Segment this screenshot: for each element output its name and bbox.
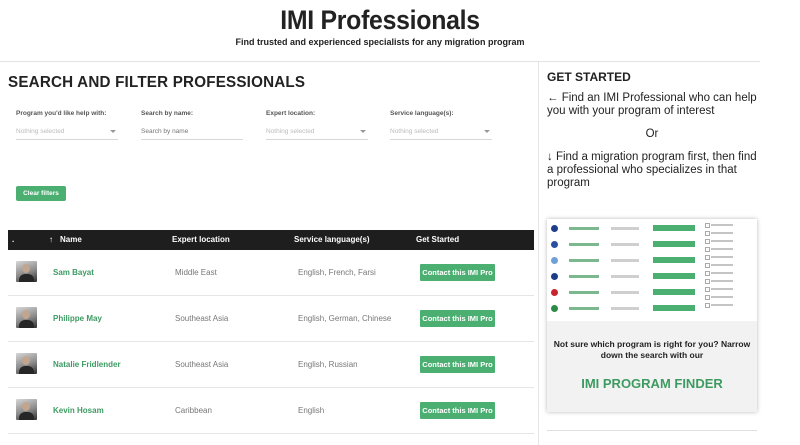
program-finder-card[interactable]: Not sure which program is right for you?… (547, 219, 757, 412)
table-row: Philippe May Southeast Asia English, Ger… (8, 296, 534, 342)
preview-row (551, 223, 701, 235)
expert-location: Middle East (175, 268, 217, 277)
preview-checklist (705, 221, 753, 309)
chevron-down-icon (484, 130, 490, 133)
name-filter[interactable]: Search by name: (141, 110, 243, 140)
table-header: . ↑ Name Expert location Service languag… (8, 230, 534, 250)
location-select-value: Nothing selected (266, 128, 315, 135)
table-row: Natalie Fridlender Southeast Asia Englis… (8, 342, 534, 388)
clear-filters-button[interactable]: Clear filters (16, 186, 66, 201)
get-started-text-1: ← Find an IMI Professional who can help … (547, 92, 757, 117)
expert-location: Southeast Asia (175, 360, 229, 369)
sidebar-divider (547, 430, 757, 431)
professional-name-link[interactable]: Philippe May (53, 314, 102, 323)
chevron-down-icon (110, 130, 116, 133)
program-filter-label: Program you'd like help with: (16, 110, 107, 117)
service-languages: English, German, Chinese (298, 314, 392, 323)
location-filter-label: Expert location: (266, 110, 316, 117)
search-section: SEARCH AND FILTER PROFESSIONALS Program … (8, 62, 535, 445)
service-languages: English (298, 406, 325, 415)
program-finder-preview-image (547, 219, 757, 321)
program-filter[interactable]: Program you'd like help with: Nothing se… (16, 110, 118, 140)
preview-row (551, 287, 701, 299)
preview-row (551, 255, 701, 267)
chevron-down-icon (360, 130, 366, 133)
professionals-table: . ↑ Name Expert location Service languag… (8, 230, 534, 434)
expert-location: Caribbean (175, 406, 212, 415)
avatar (16, 399, 37, 420)
section-title: SEARCH AND FILTER PROFESSIONALS (8, 74, 306, 91)
get-started-text-2: ↓ Find a migration program first, then f… (547, 151, 757, 189)
contact-button[interactable]: Contact this IMI Pro (420, 356, 495, 373)
name-search-field[interactable] (141, 126, 243, 140)
header-name[interactable]: Name (60, 235, 82, 244)
language-filter-label: Service language(s): (390, 110, 454, 117)
contact-button[interactable]: Contact this IMI Pro (420, 402, 495, 419)
avatar (16, 307, 37, 328)
expert-location: Southeast Asia (175, 314, 229, 323)
language-select-value: Nothing selected (390, 128, 439, 135)
preview-row (551, 239, 701, 251)
professional-name-link[interactable]: Sam Bayat (53, 268, 94, 277)
name-filter-label: Search by name: (141, 110, 194, 117)
service-languages: English, French, Farsi (298, 268, 376, 277)
location-filter[interactable]: Expert location: Nothing selected (266, 110, 368, 140)
header-get-started: Get Started (416, 235, 460, 244)
contact-button[interactable]: Contact this IMI Pro (420, 310, 495, 327)
program-select-value: Nothing selected (16, 128, 65, 135)
filters-row: Program you'd like help with: Nothing se… (16, 110, 531, 140)
get-started-title: GET STARTED (547, 70, 631, 84)
header-dot: . (12, 235, 15, 244)
program-select[interactable]: Nothing selected (16, 126, 118, 140)
page-header: IMI Professionals Find trusted and exper… (0, 0, 760, 62)
contact-button[interactable]: Contact this IMI Pro (420, 264, 495, 281)
language-select[interactable]: Nothing selected (390, 126, 492, 140)
program-finder-question: Not sure which program is right for you?… (553, 339, 751, 360)
name-search-input[interactable] (141, 128, 243, 135)
avatar (16, 353, 37, 374)
avatar (16, 261, 37, 282)
column-divider (538, 62, 539, 445)
location-select[interactable]: Nothing selected (266, 126, 368, 140)
header-language[interactable]: Service language(s) (294, 235, 370, 244)
professional-name-link[interactable]: Kevin Hosam (53, 406, 104, 415)
page-title: IMI Professionals (280, 5, 480, 35)
language-filter[interactable]: Service language(s): Nothing selected (390, 110, 492, 140)
program-finder-link[interactable]: IMI PROGRAM FINDER (547, 376, 757, 391)
service-languages: English, Russian (298, 360, 358, 369)
header-location[interactable]: Expert location (172, 235, 230, 244)
get-started-or: Or (645, 128, 659, 140)
table-row: Kevin Hosam Caribbean English Contact th… (8, 388, 534, 434)
preview-row (551, 271, 701, 283)
page-subtitle: Find trusted and experienced specialists… (235, 37, 525, 47)
table-row: Sam Bayat Middle East English, French, F… (8, 250, 534, 296)
sort-arrow-icon[interactable]: ↑ (49, 235, 53, 244)
preview-row (551, 303, 701, 315)
professional-name-link[interactable]: Natalie Fridlender (53, 360, 121, 369)
